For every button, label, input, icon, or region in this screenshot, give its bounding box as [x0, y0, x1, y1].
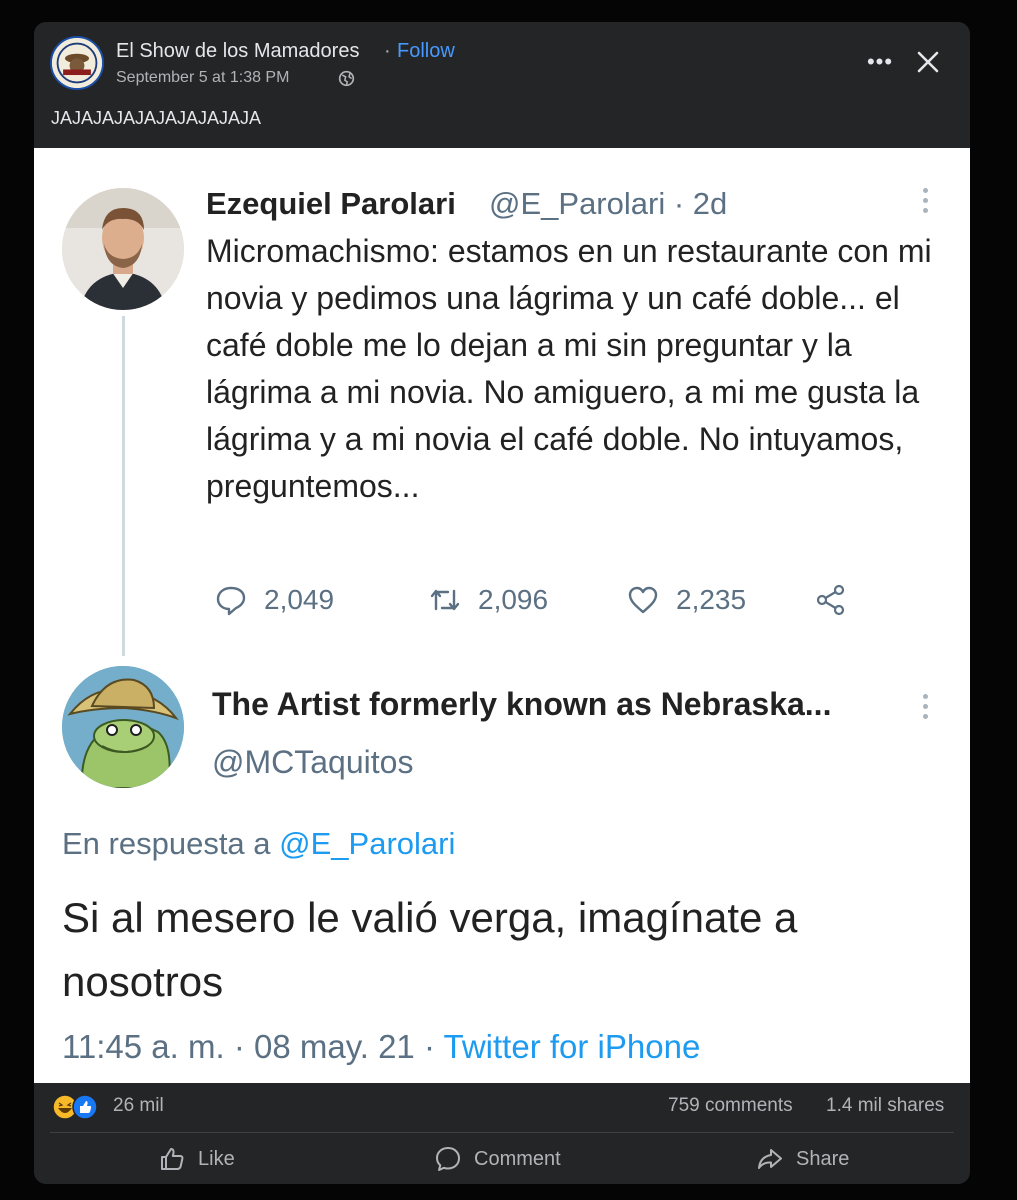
thumbs-up-icon	[161, 1148, 184, 1170]
reply-text: Si al mesero le valió verga, imagínate a…	[62, 894, 798, 1005]
reply-more-icon	[922, 694, 930, 724]
like-button[interactable]: Like	[158, 1140, 235, 1178]
reply-author-name: The Artist formerly known as Nebraska...	[212, 686, 832, 722]
share-button[interactable]: Share	[756, 1140, 849, 1178]
like-label: Like	[198, 1147, 235, 1170]
globe-icon	[338, 70, 355, 87]
thumbs-up-reaction-icon	[72, 1094, 98, 1120]
reply-context-prefix: En respuesta a	[62, 826, 271, 861]
post-caption: JAJAJAJAJAJAJAJAJAJA	[51, 108, 262, 128]
like-count: 2,235	[676, 584, 747, 615]
share-nodes-icon	[816, 584, 845, 616]
tweet-more-icon	[922, 188, 930, 218]
reaction-count[interactable]: 26 mil	[113, 1095, 164, 1117]
reply-author-avatar	[62, 666, 184, 788]
facebook-post: El Show de los Mamadores · Follow Septem…	[34, 22, 970, 1184]
reply-count: 2,049	[264, 584, 335, 615]
reply-time-date: 11:45 a. m. · 08 may. 21 ·	[62, 1028, 444, 1065]
heart-icon	[628, 586, 658, 614]
reply-meta: 11:45 a. m. · 08 may. 21 · Twitter for i…	[62, 1028, 700, 1066]
comment-label: Comment	[474, 1147, 561, 1170]
more-options-button[interactable]: •••	[862, 50, 898, 74]
follow-button[interactable]: Follow	[397, 40, 455, 63]
reply-bubble-icon	[216, 586, 246, 616]
tweet-reply-stat: 2,049	[214, 578, 334, 622]
reply-context: En respuesta a @E_Parolari	[62, 826, 455, 862]
actions-divider	[50, 1132, 954, 1133]
thread-connector-line	[122, 316, 125, 656]
post-timestamp[interactable]: September 5 at 1:38 PM	[116, 69, 289, 87]
comments-count[interactable]: 759 comments	[668, 1095, 793, 1117]
comment-button[interactable]: Comment	[434, 1140, 561, 1178]
tweet-like-stat: 2,235	[626, 578, 746, 622]
comment-bubble-icon	[436, 1147, 460, 1171]
reply-context-mention: @E_Parolari	[279, 826, 456, 861]
post-header: El Show de los Mamadores · Follow Septem…	[34, 22, 970, 162]
tweet-screenshot-image[interactable]: Ezequiel Parolari @E_Parolari · 2d Micro…	[34, 148, 970, 1083]
tweet-retweet-stat: 2,096	[428, 578, 548, 622]
share-label: Share	[796, 1147, 850, 1170]
page-avatar[interactable]	[50, 36, 104, 90]
page-name[interactable]: El Show de los Mamadores	[116, 40, 359, 63]
retweet-icon	[430, 589, 460, 611]
tweet-author-name: Ezequiel Parolari	[206, 186, 456, 221]
tweet-actions: 2,049 2,096 2,235	[206, 578, 906, 622]
reply-source: Twitter for iPhone	[443, 1028, 701, 1065]
post-stats: 26 mil 759 comments 1.4 mil shares	[34, 1084, 970, 1130]
tweet-author-avatar	[62, 188, 184, 310]
tweet-share-stat	[814, 578, 864, 622]
name-separator: ·	[384, 40, 391, 62]
post-action-bar: Like Comment Share	[34, 1136, 970, 1182]
close-icon[interactable]	[914, 48, 942, 76]
reaction-icons[interactable]	[52, 1094, 104, 1120]
tweet-author-handle: @E_Parolari · 2d	[489, 186, 728, 221]
retweet-count: 2,096	[478, 584, 549, 615]
shares-count[interactable]: 1.4 mil shares	[826, 1095, 944, 1117]
tweet-text: Micromachismo: estamos en un restaurante…	[206, 233, 932, 504]
share-arrow-icon	[758, 1149, 782, 1169]
reply-author-handle: @MCTaquitos	[212, 744, 414, 780]
